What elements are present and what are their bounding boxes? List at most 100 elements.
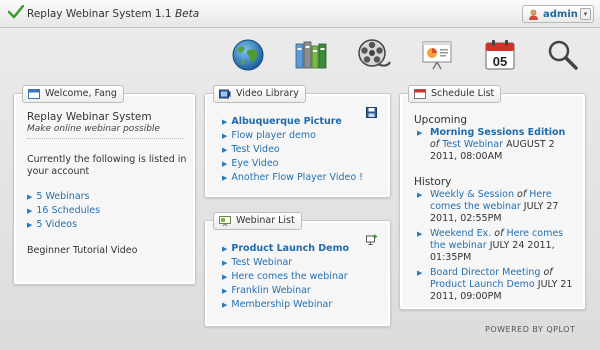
list-item[interactable]: ▶ Here comes the webinar [222,271,349,285]
webinar-link[interactable]: Test Webinar [442,139,503,150]
list-item: ▶ Weekend Ex. of Here comes the webinar … [414,228,574,264]
bullet-arrow-icon: ▶ [27,193,33,201]
video-link[interactable]: Another Flow Player Video ! [231,172,363,183]
webinar-link[interactable]: Membership Webinar [231,299,332,310]
app-title: Replay Webinar System 1.1 Beta [27,8,199,20]
chevron-down-icon[interactable]: ▾ [580,8,591,20]
list-item[interactable]: ▶ 5 Videos [27,219,100,233]
webinar-list: ▶ Product Launch Demo ▶ Test Webinar ▶ Here… [222,243,349,313]
bullet-arrow-icon: ▶ [222,245,228,253]
system-name: Replay Webinar System [27,111,152,123]
presentation-icon[interactable] [420,38,454,72]
calendar-day: 05 [493,54,507,69]
video-link[interactable]: Flow player demo [231,130,316,141]
account-summary-list: ▶ 5 Webinars ▶ 16 Schedules ▶ 5 Videos [27,191,100,233]
of-text: of [517,189,527,200]
of-text: of [543,267,553,278]
account-intro: Currently the following is listed in you… [27,154,187,177]
welcome-panel-tab: Welcome, Fang [22,85,124,103]
bullet-arrow-icon: ▶ [417,269,423,277]
welcome-tab-label: Welcome, Fang [45,88,117,99]
bullet-arrow-icon: ▶ [27,207,33,215]
library-icon[interactable] [294,38,328,72]
list-item[interactable]: ▶ Flow player demo [222,130,363,144]
bullet-arrow-icon: ▶ [417,230,423,238]
list-item[interactable]: ▶ Albuquerque Picture [222,116,363,130]
bullet-arrow-icon: ▶ [222,132,228,140]
user-menu-button[interactable]: admin ▾ [522,5,594,23]
bullet-arrow-icon: ▶ [27,221,33,229]
list-item[interactable]: ▶ 5 Webinars [27,191,100,205]
tutorial-video-link[interactable]: Beginner Tutorial Video [27,245,137,256]
bullet-arrow-icon: ▶ [222,146,228,154]
list-item[interactable]: ▶ Membership Webinar [222,299,349,313]
session-link[interactable]: Weekly & Session [430,189,514,200]
app-title-suffix: Beta [174,8,200,20]
calendar-small-icon [414,89,426,99]
webinar-link[interactable]: Product Launch Demo [430,279,535,290]
globe-icon[interactable] [231,38,265,72]
bullet-arrow-icon: ▶ [417,129,423,137]
video-library-tab-label: Video Library [236,88,299,99]
tagline: Make online webinar possible [27,124,160,134]
bullet-arrow-icon: ▶ [222,118,228,126]
list-item[interactable]: ▶ Test Webinar [222,257,349,271]
save-disk-icon[interactable] [366,107,377,118]
webinar-link[interactable]: Here comes the webinar [231,271,347,282]
user-name: admin [543,9,578,20]
webinar-list-tab-label: Webinar List [236,215,295,226]
window-icon [28,89,40,99]
list-item: ▶ Morning Sessions Edition of Test Webin… [414,127,574,163]
video-link[interactable]: Test Video [231,144,279,155]
divider [27,138,183,139]
bullet-arrow-icon: ▶ [222,301,228,309]
webinar-list-tab: Webinar List [213,212,302,230]
session-link[interactable]: Weekend Ex. [430,228,491,239]
video-list: ▶ Albuquerque Picture ▶ Flow player demo ▶… [222,116,363,186]
video-icon [219,89,231,99]
upcoming-list: ▶ Morning Sessions Edition of Test Webin… [414,127,574,166]
list-item[interactable]: ▶ Test Video [222,144,363,158]
list-item[interactable]: ▶ 16 Schedules [27,205,100,219]
video-link[interactable]: Albuquerque Picture [231,116,341,127]
powered-by-footer: POWERED BY QPLOT [485,325,576,334]
session-link[interactable]: Board Director Meeting [430,267,540,278]
of-text: of [494,228,504,239]
history-list: ▶ Weekly & Session of Here comes the web… [414,189,574,306]
film-reel-icon[interactable] [357,38,391,72]
schedules-count-link[interactable]: 16 Schedules [36,205,100,216]
upcoming-heading: Upcoming [414,114,468,126]
of-text: of [430,139,440,150]
webinar-link[interactable]: Product Launch Demo [231,243,349,254]
bullet-arrow-icon: ▶ [222,160,228,168]
list-item[interactable]: ▶ Another Flow Player Video ! [222,172,363,186]
bullet-arrow-icon: ▶ [222,174,228,182]
list-item[interactable]: ▶ Eye Video [222,158,363,172]
session-link[interactable]: Morning Sessions Edition [430,127,565,138]
checkmark-logo-icon [8,5,24,19]
bullet-arrow-icon: ▶ [222,287,228,295]
webinar-link[interactable]: Franklin Webinar [231,285,310,296]
user-icon [529,9,538,20]
bullet-arrow-icon: ▶ [222,259,228,267]
schedule-list-tab-label: Schedule List [431,88,495,99]
welcome-panel: Welcome, Fang Replay Webinar System Make… [13,85,196,285]
list-item: ▶ Board Director Meeting of Product Laun… [414,267,574,303]
add-webinar-icon[interactable] [366,234,377,245]
history-heading: History [414,176,452,188]
webinar-link[interactable]: Test Webinar [231,257,292,268]
calendar-icon[interactable]: 05 [483,38,517,72]
list-item: ▶ Weekly & Session of Here comes the web… [414,189,574,225]
webinar-list-panel: Webinar List ▶ Product Launch Demo ▶ Test … [204,212,391,327]
video-link[interactable]: Eye Video [231,158,278,169]
list-item[interactable]: ▶ Product Launch Demo [222,243,349,257]
list-item[interactable]: ▶ Franklin Webinar [222,285,349,299]
webinars-count-link[interactable]: 5 Webinars [36,191,89,202]
top-bar: Replay Webinar System 1.1 Beta admin ▾ [0,0,600,28]
bullet-arrow-icon: ▶ [417,191,423,199]
videos-count-link[interactable]: 5 Videos [36,219,77,230]
app-title-text: Replay Webinar System 1.1 [27,8,172,20]
bullet-arrow-icon: ▶ [222,273,228,281]
search-icon[interactable] [546,38,580,72]
video-library-tab: Video Library [213,85,306,103]
